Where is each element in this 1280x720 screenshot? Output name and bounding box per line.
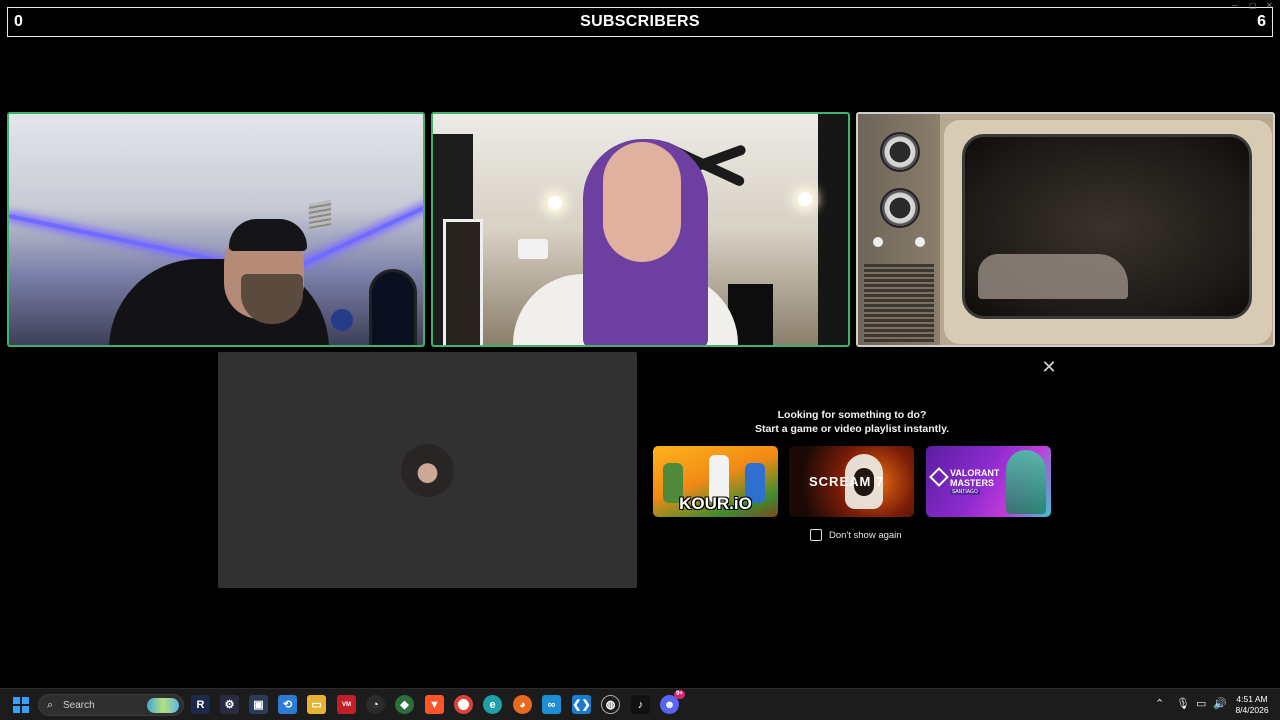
prompt-heading: Looking for something to do? (777, 409, 927, 421)
wall-ac-unit (518, 239, 548, 259)
network-tool-icon[interactable]: ⚙ (220, 695, 239, 714)
chrome-browser-icon[interactable] (454, 695, 473, 714)
wall-plate (331, 309, 353, 331)
dont-show-again-checkbox[interactable] (810, 529, 822, 541)
activity-suggestion-panel: ✕ Looking for something to do? Start a g… (642, 352, 1062, 588)
participant-cap (229, 219, 307, 251)
volume-icon[interactable]: 🔊 (1213, 697, 1227, 710)
chevron-up-icon[interactable]: ⌃ (1155, 697, 1164, 710)
maximize-icon[interactable]: ▢ (1249, 1, 1257, 10)
subscribers-bar: 0 SUBSCRIBERS 6 (7, 7, 1273, 37)
minimize-icon[interactable]: ─ (1232, 1, 1238, 10)
display-icon[interactable]: ▭ (1196, 697, 1206, 710)
doorway (443, 219, 483, 345)
activity-card-title: KOUR.iO (679, 494, 752, 513)
subscribers-title: SUBSCRIBERS (580, 13, 700, 30)
firefox-browser-icon[interactable]: ◕ (513, 695, 532, 714)
windows-taskbar: ⌕ Search R ⚙ ▣ ⟲ ▭ VM ◔ ◆ ▼ e ◕ ∞ ❮❯ ◍ ♪… (0, 688, 1280, 720)
avatar (401, 444, 454, 497)
arduino-ide-icon[interactable]: ∞ (542, 695, 561, 714)
close-icon[interactable]: ✕ (1040, 358, 1058, 376)
taskbar-search-input[interactable]: ⌕ Search (38, 694, 184, 716)
shield-app-icon[interactable]: ◆ (395, 695, 414, 714)
voicemeeter-icon[interactable]: VM (337, 695, 356, 714)
file-explorer-icon[interactable]: ▭ (307, 695, 326, 714)
tv-knob-icon (880, 132, 920, 172)
remote-desktop-icon[interactable]: ⟲ (278, 695, 297, 714)
tv-button-icon (873, 237, 883, 247)
microphone-icon[interactable]: 🎙 (1176, 697, 1190, 710)
video-tile-participant-2[interactable] (431, 112, 850, 347)
activity-card-subtitle: SANTIAGO (950, 489, 980, 495)
tv-speaker-grille (864, 264, 934, 342)
activity-card-scream[interactable]: SCREAM 7 (789, 446, 914, 517)
start-button[interactable] (13, 697, 29, 713)
valorant-masters-logo-icon (929, 467, 949, 487)
clock-date: 8/4/2026 (1235, 705, 1269, 715)
brave-browser-icon[interactable]: ▼ (425, 695, 444, 714)
prompt-subheading: Start a game or video playlist instantly… (754, 423, 950, 435)
video-tile-participant-1[interactable] (7, 112, 425, 347)
speed-test-icon[interactable]: ◔ (366, 695, 385, 714)
tv-button-icon (915, 237, 925, 247)
tiktok-icon[interactable]: ♪ (631, 695, 650, 714)
activity-card-title: VALORANT MASTERS (950, 468, 1000, 488)
video-tile-camera-off[interactable] (218, 352, 637, 588)
search-highlight-icon (147, 698, 179, 713)
tv-knob-icon (880, 188, 920, 228)
dark-wall (818, 114, 848, 345)
obs-studio-icon[interactable]: ◍ (601, 695, 620, 714)
discord-icon[interactable]: ☻ 9+ (660, 690, 685, 714)
activity-card-valorant-masters[interactable]: VALORANT MASTERS SANTIAGO (926, 446, 1051, 517)
activity-card-title: SCREAM 7 (809, 474, 885, 489)
search-icon: ⌕ (47, 699, 54, 711)
dont-show-again-toggle[interactable]: Don't show again (810, 529, 902, 541)
video-tile-participant-3[interactable] (856, 112, 1275, 347)
ceiling-vent (309, 200, 331, 230)
device-manager-icon[interactable]: ▣ (249, 695, 268, 714)
vscode-icon[interactable]: ❮❯ (572, 695, 591, 714)
app-root: 0 SUBSCRIBERS 6 ─ ▢ ✕ ✕ Looking for some… (0, 0, 1280, 720)
search-placeholder: Search (63, 700, 95, 711)
edge-browser-icon[interactable]: e (483, 695, 502, 714)
activity-card-kour-io[interactable]: KOUR.iO (653, 446, 778, 517)
participant-face (603, 142, 681, 262)
agent-character (1006, 450, 1046, 514)
app-r-icon[interactable]: R (191, 695, 210, 714)
wall-mirror (369, 269, 417, 345)
close-window-icon[interactable]: ✕ (1266, 1, 1273, 10)
notification-badge: 9+ (674, 690, 685, 699)
dont-show-again-label: Don't show again (829, 529, 902, 541)
ceiling-light (548, 196, 562, 210)
tv-scene-bed (978, 254, 1128, 299)
system-clock[interactable]: 4:51 AM 8/4/2026 (1232, 694, 1272, 716)
ceiling-light (798, 192, 812, 206)
clock-time: 4:51 AM (1236, 694, 1268, 704)
